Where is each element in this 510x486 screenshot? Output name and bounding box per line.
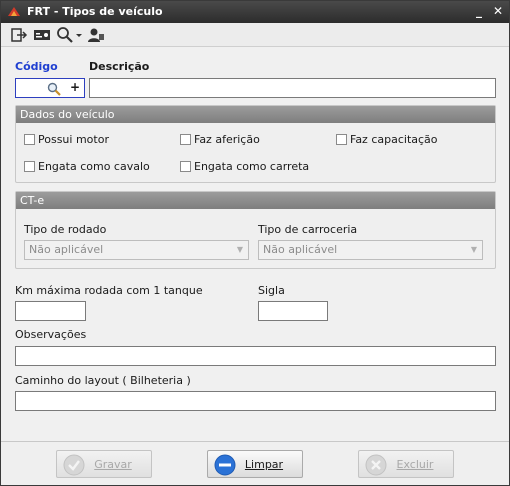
codigo-label: Código	[15, 60, 58, 73]
sigla-label: Sigla	[258, 284, 285, 297]
checkbox-box[interactable]	[336, 134, 347, 145]
user-icon[interactable]	[87, 26, 105, 44]
gravar-label: Gravar	[94, 457, 132, 471]
tipo-carroceria-label: Tipo de carroceria	[258, 223, 358, 236]
km-label: Km máxima rodada com 1 tanque	[15, 284, 203, 297]
descricao-label: Descrição	[89, 60, 150, 73]
sigla-field[interactable]	[258, 301, 328, 321]
observacoes-field[interactable]	[15, 346, 496, 366]
exit-icon[interactable]	[10, 26, 28, 44]
dados-veiculo-group: Dados do veículo Possui motor Faz aferiç…	[15, 105, 496, 183]
check-icon	[63, 454, 85, 476]
caminho-label: Caminho do layout ( Bilheteria )	[15, 374, 191, 387]
tipo-rodado-select[interactable]: Não aplicável ▼	[24, 240, 249, 260]
delete-icon	[365, 454, 387, 476]
clear-icon	[214, 454, 236, 476]
checkbox-label: Faz capacitação	[350, 133, 438, 146]
app-logo-icon	[8, 7, 20, 16]
window-title: FRT - Tipos de veículo	[27, 5, 163, 18]
checkbox-box[interactable]	[180, 134, 191, 145]
checkbox-faz-capacitacao[interactable]: Faz capacitação	[336, 133, 438, 146]
tipo-rodado-value: Não aplicável	[29, 243, 104, 256]
observacoes-label: Observações	[15, 328, 87, 341]
checkbox-label: Possui motor	[38, 133, 109, 146]
tipo-rodado-label: Tipo de rodado	[24, 223, 107, 236]
title-bar: FRT - Tipos de veículo _ ✕	[1, 1, 509, 23]
search-icon[interactable]	[56, 26, 74, 44]
km-field[interactable]	[15, 301, 86, 321]
checkbox-engata-carreta[interactable]: Engata como carreta	[180, 160, 309, 173]
footer: Gravar Limpar Excluir	[1, 441, 509, 485]
checkbox-label: Faz aferição	[194, 133, 260, 146]
window: FRT - Tipos de veículo _ ✕ Código Descri…	[0, 0, 510, 486]
checkbox-box[interactable]	[24, 134, 35, 145]
excluir-label: Excluir	[396, 457, 434, 471]
caminho-field[interactable]	[15, 391, 496, 411]
limpar-label: Limpar	[244, 457, 284, 471]
limpar-button[interactable]: Limpar	[207, 450, 303, 478]
checkbox-box[interactable]	[180, 161, 191, 172]
checkbox-box[interactable]	[24, 161, 35, 172]
checkbox-engata-cavalo[interactable]: Engata como cavalo	[24, 160, 150, 173]
cte-header: CT-e	[16, 192, 495, 209]
toolbar	[1, 23, 509, 47]
checkbox-label: Engata como carreta	[194, 160, 310, 173]
chevron-down-icon: ▼	[236, 245, 243, 254]
dados-veiculo-header: Dados do veículo	[16, 106, 495, 123]
tipo-carroceria-value: Não aplicável	[263, 243, 338, 256]
tipo-carroceria-select[interactable]: Não aplicável ▼	[258, 240, 483, 260]
codigo-field[interactable]: +	[15, 78, 85, 98]
chevron-down-icon[interactable]	[75, 26, 83, 44]
close-button[interactable]: ✕	[490, 3, 506, 19]
card-icon[interactable]	[33, 26, 51, 44]
chevron-down-icon: ▼	[470, 245, 477, 254]
minimize-button[interactable]: _	[471, 3, 487, 19]
checkbox-faz-afericao[interactable]: Faz aferição	[180, 133, 260, 146]
lookup-search-icon[interactable]	[46, 81, 62, 97]
cte-group: CT-e Tipo de rodado Tipo de carroceria N…	[15, 191, 496, 269]
codigo-add-button[interactable]: +	[70, 80, 80, 94]
descricao-field[interactable]	[89, 78, 496, 98]
excluir-button[interactable]: Excluir	[358, 450, 454, 478]
checkbox-possui-motor[interactable]: Possui motor	[24, 133, 109, 146]
checkbox-label: Engata como cavalo	[38, 160, 150, 173]
gravar-button[interactable]: Gravar	[56, 450, 152, 478]
